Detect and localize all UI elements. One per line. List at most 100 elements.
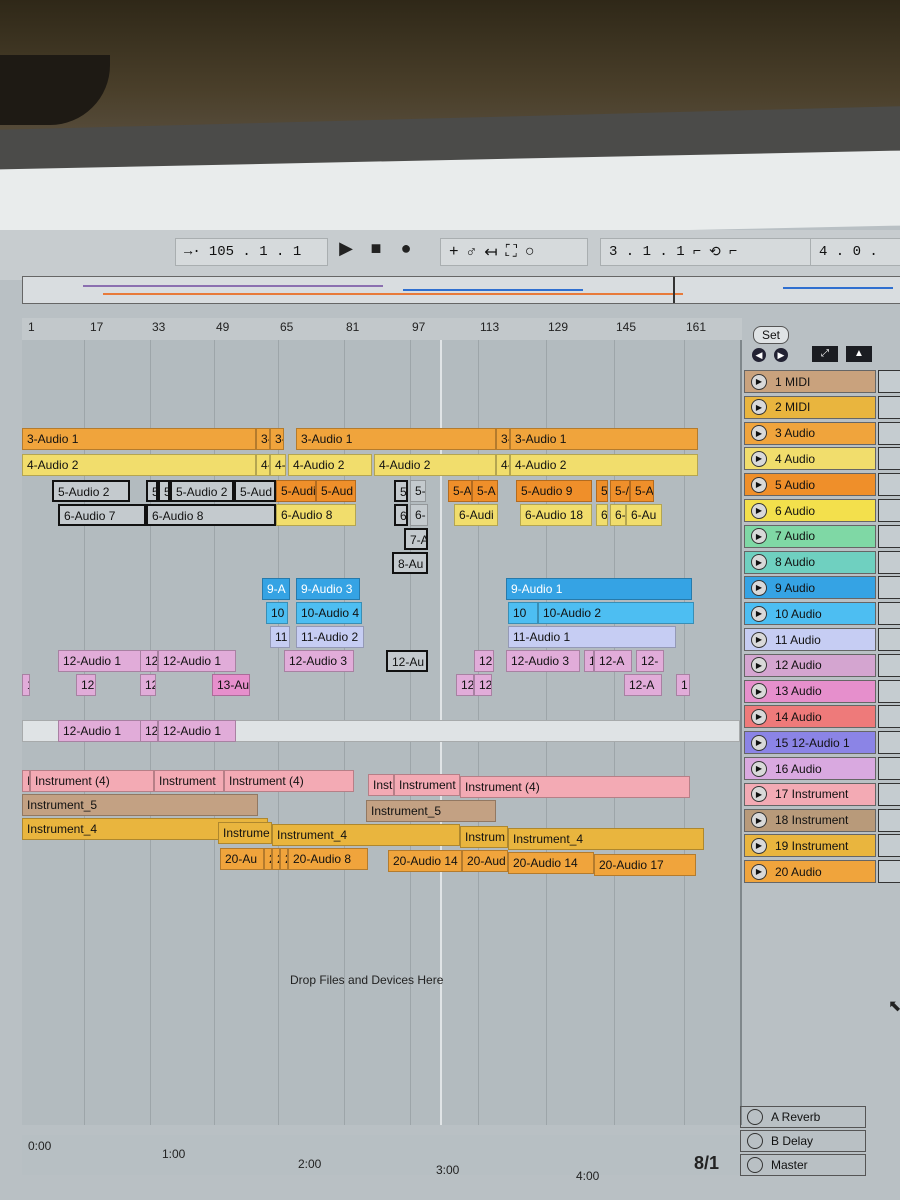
arrow-icon[interactable]: ↤ <box>484 242 497 262</box>
clip[interactable]: 12-Audio 1 <box>58 650 142 672</box>
return-track-a[interactable]: A Reverb <box>740 1106 866 1128</box>
track-header[interactable]: ▶ 4 Audio <box>744 447 876 471</box>
track-header[interactable]: ▶ 14 Audio <box>744 705 876 729</box>
play-icon[interactable] <box>747 1133 763 1149</box>
add-icon[interactable]: + <box>449 243 459 261</box>
clip[interactable]: 4-Audio 2 <box>374 454 496 476</box>
stop-button[interactable]: ■ <box>364 236 388 260</box>
clip[interactable]: 5 <box>146 480 158 502</box>
loop-circle-icon[interactable]: ○ <box>525 243 535 261</box>
clip[interactable]: 6-Audio 18 <box>520 504 592 526</box>
capture-icon[interactable]: ⛶ <box>506 243 517 261</box>
clip[interactable]: 7-A <box>404 528 428 550</box>
arrangement-overview[interactable] <box>22 276 900 304</box>
clip[interactable]: Instrum <box>460 826 508 848</box>
clip[interactable]: Instrument_5 <box>22 794 258 816</box>
clip[interactable]: 4-Audio 2 <box>22 454 256 476</box>
track-mixer-slot[interactable] <box>878 395 900 419</box>
clip[interactable]: Instrument_4 <box>508 828 704 850</box>
track-header[interactable]: ▶ 20 Audio <box>744 860 876 884</box>
track-activator-icon[interactable]: ▶ <box>751 605 767 622</box>
track-activator-icon[interactable]: ▶ <box>751 786 767 803</box>
clip[interactable]: 4-Audio 2 <box>288 454 372 476</box>
track-mixer-slot[interactable] <box>878 834 900 858</box>
track-activator-icon[interactable]: ▶ <box>751 837 767 854</box>
track-header[interactable]: ▶ 11 Audio <box>744 628 876 651</box>
clip[interactable]: Instrument_5 <box>366 800 496 822</box>
clip[interactable]: 9-A <box>262 578 290 600</box>
track-header[interactable]: ▶ 8 Audio <box>744 550 876 574</box>
clip[interactable]: 5-Aud <box>234 480 276 502</box>
clip[interactable]: 2 <box>272 848 280 870</box>
track-mixer-slot[interactable] <box>878 757 900 780</box>
arrow-right-icon[interactable]: ▶ <box>774 348 788 362</box>
clip[interactable]: 10 <box>508 602 538 624</box>
track-header[interactable]: ▶ 13 Audio <box>744 679 876 703</box>
play-button[interactable]: ▶ <box>334 236 358 260</box>
track-mixer-slot[interactable] <box>878 628 900 651</box>
clip[interactable]: 5 <box>158 480 170 502</box>
track-header[interactable]: ▶ 16 Audio <box>744 757 876 780</box>
track-header[interactable]: ▶ 5 Audio <box>744 473 876 497</box>
beat-ruler[interactable]: 1 17 33 49 65 81 97 113 129 145 161 <box>22 318 742 340</box>
clip[interactable]: 20-Audio 17 <box>594 854 696 876</box>
clip[interactable]: 4- <box>496 454 510 476</box>
track-activator-icon[interactable]: ▶ <box>751 683 767 700</box>
clip[interactable]: 12 <box>474 674 492 696</box>
track-mixer-slot[interactable] <box>878 473 900 497</box>
track-mixer-slot[interactable] <box>878 860 900 884</box>
clip[interactable]: 3- <box>270 428 284 450</box>
track-mixer-slot[interactable] <box>878 731 900 755</box>
track-header[interactable]: ▶ 3 Audio <box>744 421 876 445</box>
clip[interactable]: 3- <box>256 428 270 450</box>
clip[interactable]: 6 <box>596 504 608 526</box>
clip[interactable]: 12- <box>636 650 664 672</box>
arrow-left-icon[interactable]: ◀ <box>752 348 766 362</box>
clip[interactable]: 6-Au <box>626 504 662 526</box>
track-activator-icon[interactable]: ▶ <box>751 863 767 880</box>
clip[interactable]: I <box>22 770 30 792</box>
clip[interactable]: 4-Audio 2 <box>510 454 698 476</box>
tempo-field[interactable]: →· 105 . 1 . 1 <box>175 238 328 266</box>
clip[interactable]: 3-Audio 1 <box>296 428 496 450</box>
clip[interactable]: 20-Au <box>220 848 264 870</box>
track-header[interactable]: ▶ 9 Audio <box>744 576 876 600</box>
clip[interactable]: 12-Audio 1 <box>158 720 236 742</box>
track-activator-icon[interactable]: ▶ <box>751 579 767 596</box>
track-mixer-slot[interactable] <box>878 499 900 522</box>
clip[interactable]: 13-Au <box>212 674 250 696</box>
track-mixer-slot[interactable] <box>878 782 900 806</box>
clip[interactable]: 12 <box>474 650 494 672</box>
arrangement-view[interactable]: 3-Audio 1 3- 3- 3-Audio 1 3- 3-Audio 1 4… <box>22 340 742 1125</box>
clip[interactable]: Instrument <box>394 774 460 796</box>
track-mixer-slot[interactable] <box>878 550 900 574</box>
punch-out-icon[interactable]: ⌐ <box>729 244 737 260</box>
clip[interactable]: 6- <box>410 504 428 526</box>
clip[interactable]: 1 <box>676 674 690 696</box>
clip[interactable]: 20-Audio 14 <box>508 852 594 874</box>
time-ruler[interactable]: 0:00 1:00 2:00 3:00 4:00 <box>22 1135 740 1183</box>
clip[interactable]: 2 <box>280 848 288 870</box>
track-activator-icon[interactable]: ▶ <box>751 373 767 390</box>
track-header[interactable]: ▶ 7 Audio <box>744 524 876 548</box>
track-activator-icon[interactable]: ▶ <box>751 502 767 519</box>
clip[interactable]: 11-Audio 1 <box>508 626 676 648</box>
clip[interactable]: 12 <box>76 674 96 696</box>
record-button[interactable]: ● <box>394 236 418 260</box>
clip[interactable]: 4- <box>256 454 270 476</box>
loop-length-field[interactable]: 4 . 0 . <box>810 238 900 266</box>
clip[interactable]: 6-Audi <box>454 504 498 526</box>
clip[interactable]: 6-Audio 8 <box>146 504 276 526</box>
track-header[interactable]: ▶ 2 MIDI <box>744 395 876 419</box>
clip[interactable]: 5 <box>596 480 608 502</box>
track-mixer-slot[interactable] <box>878 576 900 600</box>
clip[interactable]: 10-Audio 2 <box>538 602 694 624</box>
edit-tools[interactable]: + ♂ ↤ ⛶ ○ <box>440 238 588 266</box>
clip[interactable]: 20-Audio 8 <box>288 848 368 870</box>
track-mixer-slot[interactable] <box>878 653 900 677</box>
clip[interactable]: 5- <box>410 480 426 502</box>
clip[interactable]: 6-Audio 7 <box>58 504 146 526</box>
clip[interactable]: Instrument (4) <box>30 770 154 792</box>
clip[interactable]: 11 <box>270 626 290 648</box>
clip[interactable]: Instrument (4) <box>460 776 690 798</box>
